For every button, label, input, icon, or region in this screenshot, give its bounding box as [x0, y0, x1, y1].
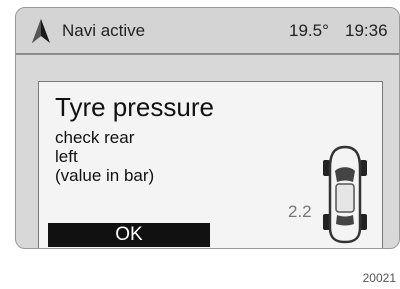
- clock: 19:36: [345, 21, 388, 40]
- status-divider: [16, 53, 399, 55]
- dialog-title: Tyre pressure: [55, 92, 214, 122]
- dialog-message-line-3: (value in bar): [55, 166, 155, 185]
- figure-number: 20021: [362, 271, 396, 285]
- rear-left-pressure-value: 2.2: [288, 202, 312, 221]
- display-screen: Navi active 19.5° 19:36 Tyre pressure ch…: [15, 7, 400, 249]
- outside-temperature: 19.5°: [289, 21, 329, 40]
- dialog-message-line-2: left: [55, 147, 78, 166]
- tyre-pressure-dialog: Tyre pressure check rear left (value in …: [38, 81, 383, 248]
- status-bar: Navi active 19.5° 19:36: [16, 8, 399, 53]
- car-top-view-icon: [323, 145, 367, 244]
- navigation-arrow-icon: [32, 19, 50, 43]
- ok-button[interactable]: OK: [48, 223, 210, 247]
- dialog-message-line-1: check rear: [55, 128, 135, 147]
- navi-status-label: Navi active: [62, 21, 146, 40]
